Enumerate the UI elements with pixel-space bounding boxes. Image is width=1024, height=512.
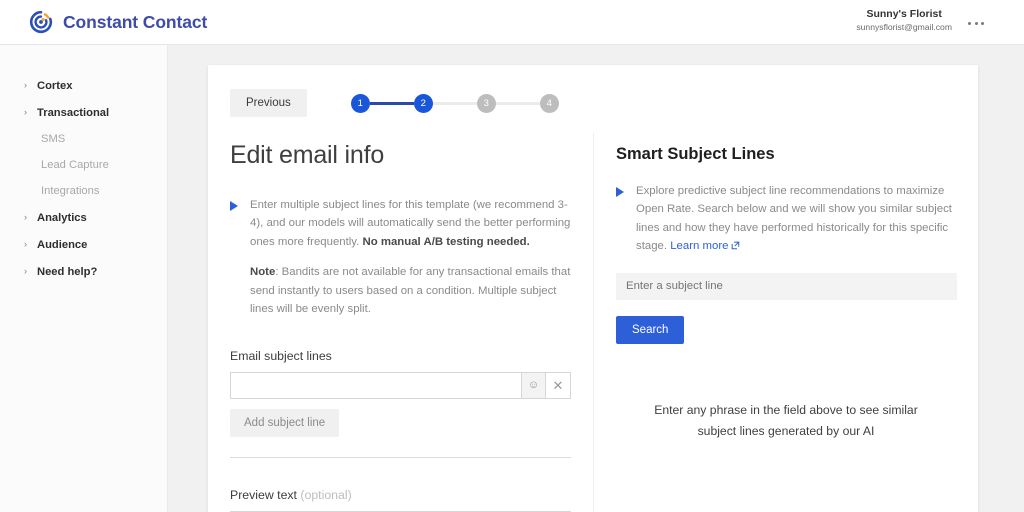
search-button[interactable]: Search [616, 315, 685, 344]
sidebar-item-sms[interactable]: SMS [0, 126, 167, 152]
previous-button[interactable]: Previous [230, 89, 307, 117]
sidebar-item-label: Need help? [37, 265, 98, 278]
section-divider [230, 456, 571, 458]
sidebar-item-audience[interactable]: › Audience [0, 231, 167, 258]
chevron-right-icon: › [24, 266, 27, 276]
email-subject-lines-label: Email subject lines [230, 348, 332, 363]
brand-logo-group[interactable]: Constant Contact [28, 9, 207, 35]
wizard-toolbar: Previous 1 2 3 4 [230, 89, 559, 117]
sidebar-item-label: Transactional [37, 106, 110, 119]
sidebar-item-need-help[interactable]: › Need help? [0, 258, 167, 285]
add-subject-line-button[interactable]: Add subject line [230, 408, 340, 437]
chevron-right-icon: › [24, 107, 27, 117]
external-link-icon [731, 238, 740, 250]
triangle-bullet-icon [230, 201, 238, 211]
step-3[interactable]: 3 [476, 93, 496, 113]
sidebar-item-label: Analytics [37, 211, 87, 224]
emoji-smiley-icon: ☺ [527, 378, 540, 391]
step-2[interactable]: 2 [413, 93, 433, 113]
main-card: Previous 1 2 3 4 Edit email info Enter m… [208, 65, 978, 512]
subject-line-row: ☺ ✕ [230, 371, 571, 399]
intro-text-bold: No manual A/B testing needed. [362, 235, 530, 248]
sidebar-item-label: Cortex [37, 79, 73, 92]
emoji-smiley-icon-button[interactable]: ☺ [521, 371, 546, 399]
chevron-right-icon: › [24, 239, 27, 249]
triangle-bullet-icon [616, 187, 624, 197]
sidebar-item-lead-capture[interactable]: Lead Capture [0, 152, 167, 178]
remove-subject-line-button[interactable]: ✕ [546, 371, 571, 399]
intro-bullet: Enter multiple subject lines for this te… [230, 196, 571, 319]
smart-description-bullet: Explore predictive subject line recommen… [616, 182, 956, 256]
smart-subject-lines-panel: Smart Subject Lines Explore predictive s… [593, 133, 978, 512]
account-email: sunnysflorist@gmail.com [856, 22, 952, 33]
preview-text-label-main: Preview text [230, 487, 297, 502]
sidebar-item-transactional[interactable]: › Transactional [0, 99, 167, 126]
step-4[interactable]: 4 [539, 93, 559, 113]
preview-text-optional: (optional) [296, 487, 352, 502]
brand-name: Constant Contact [63, 11, 208, 32]
sidebar-item-label: SMS [41, 133, 66, 145]
sidebar-item-label: Integrations [41, 185, 100, 197]
chevron-right-icon: › [24, 80, 27, 90]
preview-text-label: Preview text (optional) [230, 488, 571, 502]
content-columns: Edit email info Enter multiple subject l… [208, 133, 978, 512]
step-connector-2 [432, 101, 477, 105]
kebab-menu-icon[interactable] [964, 18, 988, 29]
constant-contact-logo-icon [28, 9, 54, 35]
subject-line-input[interactable] [230, 371, 521, 399]
close-x-icon: ✕ [552, 377, 564, 393]
sidebar: › Cortex › Transactional SMS Lead Captur… [0, 45, 168, 512]
smart-description: Explore predictive subject line recommen… [636, 182, 956, 256]
learn-more-link[interactable]: Learn more [670, 240, 728, 252]
smart-subject-search-input[interactable] [616, 272, 957, 300]
step-connector-1 [369, 101, 414, 105]
top-header: Constant Contact Sunny's Florist sunnysf… [0, 0, 1024, 45]
note-paragraph: Note: Bandits are not available for any … [250, 263, 571, 318]
page-title: Edit email info [230, 141, 385, 169]
edit-email-info-panel: Edit email info Enter multiple subject l… [208, 133, 593, 512]
note-text: : Bandits are not available for any tran… [250, 266, 571, 316]
chevron-right-icon: › [24, 212, 27, 222]
wizard-stepper: 1 2 3 4 [350, 93, 559, 113]
account-name: Sunny's Florist [866, 8, 942, 20]
sidebar-item-integrations[interactable]: Integrations [0, 178, 167, 204]
sidebar-item-label: Audience [37, 238, 88, 251]
sidebar-item-label: Lead Capture [41, 159, 109, 171]
app-root: Constant Contact Sunny's Florist sunnysf… [0, 0, 1024, 512]
empty-state-message: Enter any phrase in the field above to s… [654, 402, 918, 439]
step-connector-3 [495, 101, 540, 105]
intro-paragraph: Enter multiple subject lines for this te… [250, 196, 571, 251]
account-info[interactable]: Sunny's Florist sunnysflorist@gmail.com [856, 8, 952, 33]
step-1[interactable]: 1 [350, 93, 370, 113]
note-label: Note [250, 266, 276, 279]
smart-subject-lines-title: Smart Subject Lines [616, 145, 775, 163]
sidebar-item-cortex[interactable]: › Cortex [0, 72, 167, 99]
sidebar-item-analytics[interactable]: › Analytics [0, 204, 167, 231]
